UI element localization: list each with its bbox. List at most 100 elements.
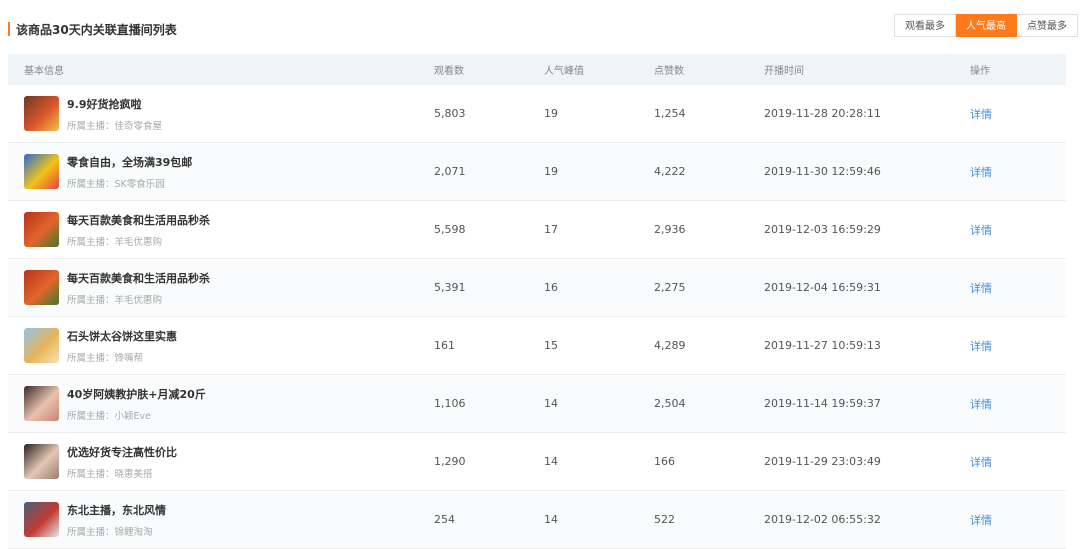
table-row: 东北主播，东北风情所属主播：锦鲤淘淘 254 14 522 2019-12-02 06:… [8,491,1066,549]
header-info: 基本信息 [24,66,64,77]
header-peak: 人气峰值 [544,66,584,77]
live-room-thumbnail[interactable] [24,328,59,363]
sort-most-liked-button[interactable]: 点赞最多 [1017,14,1078,37]
likes-cell: 166 [654,455,675,468]
detail-link[interactable]: 详情 [970,456,992,469]
peak-cell: 19 [544,107,558,120]
live-room-thumbnail[interactable] [24,386,59,421]
anchor-name: 所属主播：佳奇零食屋 [67,120,163,132]
sort-most-viewed-button[interactable]: 观看最多 [894,14,956,37]
live-room-thumbnail[interactable] [24,212,59,247]
views-cell: 1,290 [434,455,466,468]
table-row: 每天百款美食和生活用品秒杀 所属主播：羊毛优惠购 5,598 17 2,936 2019-… [8,201,1066,259]
info-cell: 优选好货专注高性价比所属主播：晓惠美搭 [8,444,418,480]
detail-link[interactable]: 详情 [970,224,992,237]
detail-link[interactable]: 详情 [970,282,992,295]
start-time-cell: 2019-11-14 19:59:37 [764,397,881,410]
live-room-title[interactable]: 每天百款美食和生活用品秒杀 [67,212,210,228]
live-room-title[interactable]: 40岁阿姨教护肤+月减20斤 [67,386,206,402]
operation-cell: 详情 [954,396,1066,412]
anchor-name: 所属主播：锦鲤淘淘 [67,526,153,538]
info-cell: 每天百款美食和生活用品秒杀所属主播：羊毛优惠购 [8,212,418,248]
info-texts: 东北主播，东北风情所属主播：锦鲤淘淘 [67,502,166,538]
likes-cell: 2,275 [654,281,686,294]
title-accent-bar [8,22,10,36]
header-views: 观看数 [434,66,464,77]
views-cell: 5,803 [434,107,466,120]
info-texts: 每天百款美食和生活用品秒杀所属主播：羊毛优惠购 [67,212,210,248]
section-title: 该商品30天内关联直播间列表 [8,21,177,37]
info-cell: 40岁阿姨教护肤+月减20斤所属主播：小颖Eve [8,386,418,422]
info-texts: 零食自由，全场满39包邮所属主播：SK零食乐园 [67,154,192,190]
info-cell: 石头饼太谷饼这里实惠所属主播：馋嘴帮 [8,328,418,364]
start-time-cell: 2019-11-30 12:59:46 [764,165,881,178]
views-cell: 2,071 [434,165,466,178]
operation-cell: 详情 [954,164,1066,180]
views-cell: 1,106 [434,397,466,410]
live-room-thumbnail[interactable] [24,270,59,305]
start-time-cell: 2019-11-28 20:28:11 [764,107,881,120]
peak-cell: 14 [544,397,558,410]
operation-cell: 详情 [954,454,1066,470]
info-cell: 东北主播，东北风情所属主播：锦鲤淘淘 [8,502,418,538]
info-cell: 每天百款美食和生活用品秒杀 所属主播：羊毛优惠购 [8,270,418,306]
likes-cell: 2,504 [654,397,686,410]
live-room-thumbnail[interactable] [24,96,59,131]
sort-most-popular-button[interactable]: 人气最高 [956,14,1017,37]
operation-cell: 详情 [954,222,1066,238]
live-room-title[interactable]: 9.9好货抢疯啦 [67,96,162,112]
peak-cell: 14 [544,513,558,526]
live-room-title[interactable]: 每天百款美食和生活用品秒杀 [67,270,210,286]
sort-button-group: 观看最多 人气最高 点赞最多 [894,14,1078,37]
likes-cell: 4,289 [654,339,686,352]
table-row: 石头饼太谷饼这里实惠所属主播：馋嘴帮 161 15 4,289 2019-11-27 1… [8,317,1066,375]
start-time-cell: 2019-11-27 10:59:13 [764,339,881,352]
info-texts: 优选好货专注高性价比所属主播：晓惠美搭 [67,444,177,480]
peak-cell: 15 [544,339,558,352]
anchor-name: 所属主播：馋嘴帮 [67,352,144,364]
operation-cell: 详情 [954,512,1066,528]
info-cell: 零食自由，全场满39包邮所属主播：SK零食乐园 [8,154,418,190]
views-cell: 254 [434,513,455,526]
detail-link[interactable]: 详情 [970,398,992,411]
info-texts: 每天百款美食和生活用品秒杀 所属主播：羊毛优惠购 [67,270,210,306]
views-cell: 5,598 [434,223,466,236]
live-room-title[interactable]: 优选好货专注高性价比 [67,444,177,460]
live-room-title[interactable]: 石头饼太谷饼这里实惠 [67,328,177,344]
likes-cell: 1,254 [654,107,686,120]
start-time-cell: 2019-12-04 16:59:31 [764,281,881,294]
detail-link[interactable]: 详情 [970,166,992,179]
table-body: 9.9好货抢疯啦所属主播：佳奇零食屋 5,803 19 1,254 2019-11-28… [8,85,1066,549]
anchor-name: 所属主播：SK零食乐园 [67,178,165,190]
live-room-thumbnail[interactable] [24,502,59,537]
table-row: 9.9好货抢疯啦所属主播：佳奇零食屋 5,803 19 1,254 2019-11-28… [8,85,1066,143]
header-start-time: 开播时间 [764,66,804,77]
peak-cell: 19 [544,165,558,178]
table-row: 零食自由，全场满39包邮 所属主播：SK零食乐园 2,071 19 4,222 2019-… [8,143,1066,201]
detail-link[interactable]: 详情 [970,108,992,121]
operation-cell: 详情 [954,338,1066,354]
live-room-thumbnail[interactable] [24,444,59,479]
table-header: 基本信息 观看数 人气峰值 点赞数 开播时间 操作 [8,54,1066,85]
table-row: 每天百款美食和生活用品秒杀 所属主播：羊毛优惠购 5,391 16 2,275 2019-… [8,259,1066,317]
likes-cell: 522 [654,513,675,526]
views-cell: 161 [434,339,455,352]
detail-link[interactable]: 详情 [970,514,992,527]
anchor-name: 所属主播：小颖Eve [67,410,151,422]
table-row: 优选好货专注高性价比 所属主播：晓惠美搭 1,290 14 166 2019-11-29 … [8,433,1066,491]
live-room-title[interactable]: 零食自由，全场满39包邮 [67,154,192,170]
anchor-name: 所属主播：晓惠美搭 [67,468,153,480]
start-time-cell: 2019-12-03 16:59:29 [764,223,881,236]
anchor-name: 所属主播：羊毛优惠购 [67,236,163,248]
operation-cell: 详情 [954,280,1066,296]
section-title-text: 该商品30天内关联直播间列表 [16,22,177,37]
views-cell: 5,391 [434,281,466,294]
peak-cell: 16 [544,281,558,294]
table-row: 40岁阿姨教护肤+月减20斤所属主播：小颖Eve 1,106 14 2,504 2019… [8,375,1066,433]
info-texts: 40岁阿姨教护肤+月减20斤所属主播：小颖Eve [67,386,206,422]
live-room-title[interactable]: 东北主播，东北风情 [67,502,166,518]
detail-link[interactable]: 详情 [970,340,992,353]
header-likes: 点赞数 [654,66,684,77]
start-time-cell: 2019-12-02 06:55:32 [764,513,881,526]
live-room-thumbnail[interactable] [24,154,59,189]
